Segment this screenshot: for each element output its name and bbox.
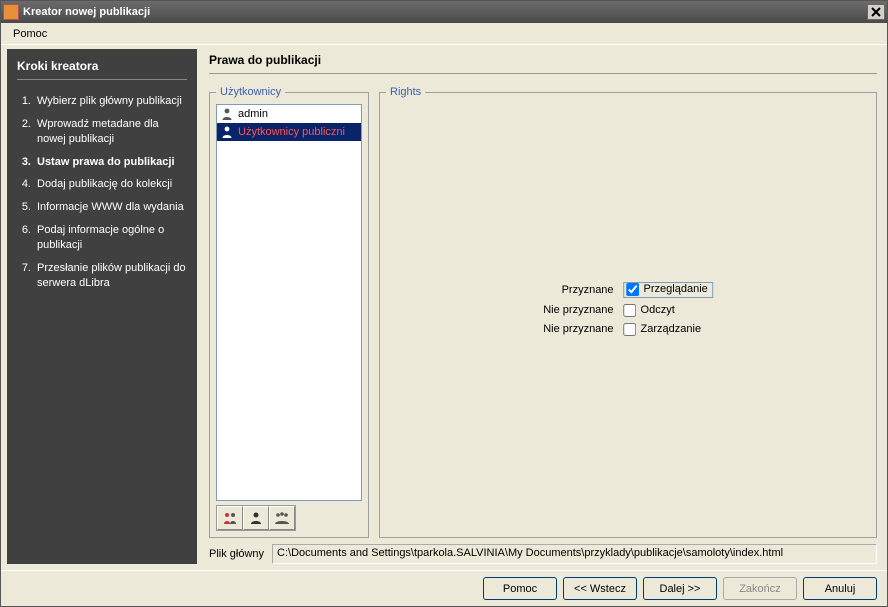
right-checkbox-wrap[interactable]: Odczyt <box>624 304 713 317</box>
app-icon <box>3 4 19 20</box>
step-label: Ustaw prawa do publikacji <box>37 155 175 170</box>
rights-legend: Rights <box>386 86 425 98</box>
users-list[interactable]: admin Użytkownicy publiczni <box>216 104 362 501</box>
cancel-button[interactable]: Anuluj <box>803 577 877 600</box>
main-file-field: C:\Documents and Settings\tparkola.SALVI… <box>272 544 877 564</box>
right-label: Odczyt <box>641 304 675 316</box>
wizard-step[interactable]: 7.Przesłanie plików publikacji do serwer… <box>17 257 187 295</box>
step-number: 7. <box>17 261 31 291</box>
page-title: Prawa do publikacji <box>209 49 877 74</box>
right-checkbox-wrap[interactable]: Zarządzanie <box>624 323 713 336</box>
right-checkbox-wrap[interactable]: Przeglądanie <box>624 282 713 298</box>
step-label: Wybierz plik główny publikacji <box>37 94 182 109</box>
step-number: 6. <box>17 223 31 253</box>
user-icon <box>220 125 234 139</box>
help-button[interactable]: Pomoc <box>483 577 557 600</box>
sidebar-title: Kroki kreatora <box>17 59 187 80</box>
window: Kreator nowej publikacji Pomoc Kroki kre… <box>0 0 888 607</box>
users-legend: Użytkownicy <box>216 86 285 98</box>
sidebar: Kroki kreatora 1. Wybierz plik główny pub… <box>7 49 197 564</box>
step-label: Wprowadź metadane dla nowej publikacji <box>37 117 187 147</box>
step-label: Dodaj publikację do kolekcji <box>37 177 172 192</box>
user-all-icon <box>274 510 290 526</box>
right-checkbox[interactable] <box>627 283 640 296</box>
right-checkbox[interactable] <box>624 323 637 336</box>
user-label: Użytkownicy publiczni <box>238 126 345 138</box>
window-title: Kreator nowej publikacji <box>23 6 867 18</box>
list-item[interactable]: admin <box>217 105 361 123</box>
wizard-step[interactable]: 6.Podaj informacje ogólne o publikacji <box>17 219 187 257</box>
right-status-label: Nie przyznane <box>543 304 613 316</box>
wizard-step[interactable]: 1. Wybierz plik główny publikacji <box>17 90 187 113</box>
step-label: Podaj informacje ogólne o publikacji <box>37 223 187 253</box>
user-group-icon <box>222 510 238 526</box>
menubar: Pomoc <box>1 23 887 45</box>
right-status-label: Nie przyznane <box>543 323 613 335</box>
right-checkbox[interactable] <box>624 304 637 317</box>
wizard-step[interactable]: 3. Ustaw prawa do publikacji <box>17 151 187 174</box>
user-label: admin <box>238 108 268 120</box>
finish-button[interactable]: Zakończ <box>723 577 797 600</box>
rights-fieldset: Rights Przyznane Przeglądanie Nie przyznan… <box>379 86 877 538</box>
menu-help[interactable]: Pomoc <box>7 26 53 42</box>
right-label: Przeglądanie <box>644 283 708 295</box>
users-toolbar <box>216 505 296 531</box>
user-all-button[interactable] <box>269 506 295 530</box>
step-number: 2. <box>17 117 31 147</box>
wizard-step[interactable]: 2.Wprowadź metadane dla nowej publikacji <box>17 113 187 151</box>
wizard-steps: 1. Wybierz plik główny publikacji 2.Wprowa… <box>17 90 187 294</box>
step-label: Informacje WWW dla wydania <box>37 200 184 215</box>
wizard-step[interactable]: 4. Dodaj publikację do kolekcji <box>17 173 187 196</box>
main-file-label: Plik główny <box>209 548 264 560</box>
titlebar: Kreator nowej publikacji <box>1 1 887 23</box>
user-icon <box>220 107 234 121</box>
next-button[interactable]: Dalej >> <box>643 577 717 600</box>
rights-grid: Przyznane Przeglądanie Nie przyznane Odczyt… <box>543 282 713 336</box>
right-status-label: Przyznane <box>543 284 613 296</box>
step-number: 4. <box>17 177 31 192</box>
back-button[interactable]: << Wstecz <box>563 577 637 600</box>
users-fieldset: Użytkownicy admin Użytkownicy publiczni <box>209 86 369 538</box>
body: Kroki kreatora 1. Wybierz plik główny pub… <box>1 45 887 570</box>
step-number: 5. <box>17 200 31 215</box>
user-single-icon <box>248 510 264 526</box>
right-label: Zarządzanie <box>641 323 702 335</box>
user-single-button[interactable] <box>243 506 269 530</box>
button-bar: Pomoc << Wstecz Dalej >> Zakończ Anuluj <box>1 570 887 606</box>
close-button[interactable] <box>867 4 885 20</box>
step-label: Przesłanie plików publikacji do serwera … <box>37 261 187 291</box>
wizard-step[interactable]: 5. Informacje WWW dla wydania <box>17 196 187 219</box>
step-number: 1. <box>17 94 31 109</box>
step-number: 3. <box>17 155 31 170</box>
list-item[interactable]: Użytkownicy publiczni <box>217 123 361 141</box>
close-icon <box>871 7 881 17</box>
main-panel: Prawa do publikacji Użytkownicy adminUży… <box>205 49 881 564</box>
panels: Użytkownicy admin Użytkownicy publiczni R… <box>205 86 881 538</box>
user-group-button[interactable] <box>217 506 243 530</box>
main-file-row: Plik główny C:\Documents and Settings\tp… <box>205 538 881 564</box>
